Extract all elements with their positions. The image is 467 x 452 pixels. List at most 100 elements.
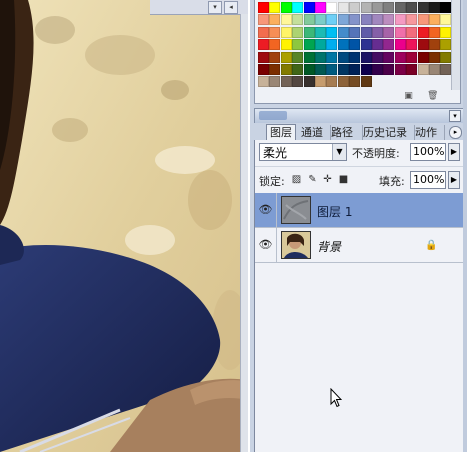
color-swatch[interactable] <box>417 26 429 38</box>
color-swatch[interactable] <box>372 64 383 75</box>
color-swatch[interactable] <box>349 64 361 75</box>
color-swatch[interactable] <box>383 26 395 38</box>
color-swatch[interactable] <box>315 39 326 51</box>
color-swatch[interactable] <box>326 26 338 38</box>
color-swatch[interactable] <box>326 64 338 75</box>
color-swatch[interactable] <box>429 64 440 75</box>
color-swatch[interactable] <box>269 39 281 51</box>
opacity-slider-button[interactable]: ▶ <box>448 143 460 161</box>
color-swatch[interactable] <box>292 2 304 13</box>
color-swatch[interactable] <box>280 26 292 38</box>
color-swatch[interactable] <box>292 64 304 75</box>
color-swatch[interactable] <box>258 64 269 75</box>
color-swatch[interactable] <box>394 14 406 26</box>
swatches-scrollbar[interactable] <box>451 0 460 90</box>
scroll-down-button[interactable]: ▾ <box>208 1 222 14</box>
color-swatch[interactable] <box>394 2 406 13</box>
color-swatch[interactable] <box>360 26 372 38</box>
color-swatch[interactable] <box>280 14 292 26</box>
color-swatch[interactable] <box>269 76 281 88</box>
color-swatch[interactable] <box>383 51 395 63</box>
color-swatch[interactable] <box>303 14 315 26</box>
color-swatch[interactable] <box>440 2 452 13</box>
tab-history[interactable]: 历史记录 <box>360 125 415 140</box>
panel-collapse-button[interactable]: ▾ <box>449 110 461 122</box>
color-swatch[interactable] <box>269 2 281 13</box>
color-swatch[interactable] <box>406 51 418 63</box>
document-canvas[interactable]: ▾ ◂ <box>0 0 248 452</box>
trash-icon[interactable]: 🗑 <box>427 91 438 101</box>
fill-slider-button[interactable]: ▶ <box>448 171 460 189</box>
color-swatch[interactable] <box>383 14 395 26</box>
color-swatch[interactable] <box>417 2 429 13</box>
color-swatch[interactable] <box>360 14 372 26</box>
color-swatch[interactable] <box>406 64 418 75</box>
color-swatch[interactable] <box>303 39 315 51</box>
color-swatch[interactable] <box>315 2 326 13</box>
color-swatch[interactable] <box>372 51 383 63</box>
panel-menu-arrow-icon[interactable]: ▸ <box>449 126 462 139</box>
lock-all-icon[interactable]: ■ <box>338 174 349 185</box>
color-swatch[interactable] <box>406 26 418 38</box>
color-swatch[interactable] <box>292 26 304 38</box>
color-swatch[interactable] <box>280 64 292 75</box>
opacity-input[interactable]: 100% <box>410 143 446 161</box>
color-swatch[interactable] <box>258 76 269 88</box>
fill-input[interactable]: 100% <box>410 171 446 189</box>
color-swatch[interactable] <box>280 39 292 51</box>
color-swatch[interactable] <box>280 51 292 63</box>
color-swatch[interactable] <box>429 14 440 26</box>
color-swatch[interactable] <box>360 2 372 13</box>
color-swatch[interactable] <box>303 2 315 13</box>
color-swatch[interactable] <box>303 64 315 75</box>
tab-channels[interactable]: 通道 <box>298 125 331 140</box>
color-swatch[interactable] <box>303 26 315 38</box>
color-swatch[interactable] <box>372 2 383 13</box>
color-swatch[interactable] <box>417 14 429 26</box>
color-swatch[interactable] <box>429 51 440 63</box>
color-swatch[interactable] <box>417 51 429 63</box>
color-swatch[interactable] <box>440 14 452 26</box>
color-swatch[interactable] <box>258 51 269 63</box>
color-swatch[interactable] <box>258 26 269 38</box>
color-swatch[interactable] <box>429 2 440 13</box>
color-swatch[interactable] <box>269 14 281 26</box>
color-swatch[interactable] <box>303 76 315 88</box>
layers-panel-titlebar[interactable]: ▾ <box>254 108 465 124</box>
color-swatch[interactable] <box>269 26 281 38</box>
color-swatch[interactable] <box>383 64 395 75</box>
color-swatch[interactable] <box>326 39 338 51</box>
color-swatch[interactable] <box>406 2 418 13</box>
lock-image-pixels-icon[interactable]: ✎ <box>307 174 318 185</box>
color-swatch[interactable] <box>337 39 349 51</box>
color-swatch[interactable] <box>292 39 304 51</box>
color-swatch[interactable] <box>440 51 452 63</box>
color-swatch[interactable] <box>394 51 406 63</box>
color-swatch[interactable] <box>258 39 269 51</box>
new-swatch-icon[interactable]: ▣ <box>403 91 414 101</box>
color-swatch[interactable] <box>440 64 452 75</box>
color-swatch[interactable] <box>360 64 372 75</box>
color-swatch[interactable] <box>429 39 440 51</box>
color-swatch[interactable] <box>280 2 292 13</box>
lock-transparent-pixels-icon[interactable]: ▨ <box>291 174 302 185</box>
color-swatch[interactable] <box>326 2 338 13</box>
color-swatch[interactable] <box>337 26 349 38</box>
tab-actions[interactable]: 动作 <box>412 125 445 140</box>
color-swatch[interactable] <box>349 39 361 51</box>
color-swatch[interactable] <box>337 64 349 75</box>
color-swatch[interactable] <box>337 14 349 26</box>
color-swatch[interactable] <box>360 39 372 51</box>
color-swatch[interactable] <box>406 14 418 26</box>
color-swatch[interactable] <box>406 39 418 51</box>
color-swatch[interactable] <box>315 26 326 38</box>
color-swatch[interactable] <box>440 26 452 38</box>
color-swatch[interactable] <box>337 2 349 13</box>
color-swatch[interactable] <box>383 2 395 13</box>
color-swatch[interactable] <box>349 76 361 88</box>
eye-icon[interactable]: 👁 <box>255 193 277 227</box>
color-swatch[interactable] <box>315 14 326 26</box>
color-swatch[interactable] <box>292 14 304 26</box>
color-swatch[interactable] <box>269 64 281 75</box>
color-swatch[interactable] <box>258 2 269 13</box>
